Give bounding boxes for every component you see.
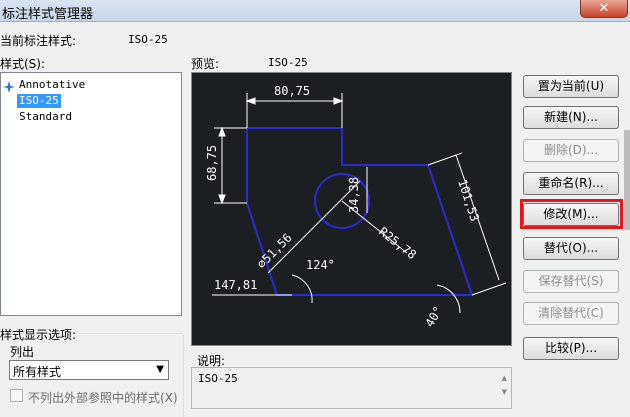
clear-override-button[interactable]: 清除替代(C): [523, 302, 619, 325]
set-current-button[interactable]: 置为当前(U): [523, 75, 619, 98]
style-item-label: ISO-25: [17, 94, 61, 108]
override-button[interactable]: 替代(O)...: [523, 237, 619, 260]
list-item-iso-25[interactable]: ISO-25: [1, 94, 181, 108]
preview-drawing: 80,75 68,75 101,53 ⌀51,56 34,38 R25,78 1…: [205, 84, 507, 330]
chevron-down-icon: ▼: [156, 364, 164, 375]
annotative-icon: [3, 81, 15, 93]
description-scrollbar[interactable]: ▲ ▼: [502, 371, 507, 399]
list-item-standard[interactable]: Standard: [1, 110, 181, 124]
current-style-value: ISO-25: [128, 33, 168, 46]
list-filter-value: 所有样式: [13, 365, 62, 379]
compare-button[interactable]: 比较(P)...: [523, 337, 619, 360]
close-button[interactable]: ✕: [580, 0, 628, 18]
preview-canvas: 80,75 68,75 101,53 ⌀51,56 34,38 R25,78 1…: [191, 72, 512, 346]
description-value: ISO-25: [198, 372, 238, 385]
styles-list[interactable]: Annotative ISO-25 Standard: [0, 72, 182, 316]
dim-slanted: 101,53: [455, 178, 482, 224]
title-bar: 标注样式管理器 ✕: [0, 0, 630, 22]
current-style-label: 当前标注样式:: [0, 34, 77, 48]
list-label: 列出: [10, 345, 35, 359]
window-edge-scrollbar[interactable]: [624, 130, 630, 230]
style-item-label: Annotative: [19, 78, 86, 91]
list-item-annotative[interactable]: Annotative: [1, 78, 181, 93]
dim-radius: R25,78: [376, 224, 419, 262]
exclude-xref-checkbox[interactable]: [10, 389, 23, 402]
new-button[interactable]: 新建(N)...: [523, 106, 619, 129]
dim-inner: 34,38: [347, 177, 361, 213]
window-title: 标注样式管理器: [2, 7, 94, 22]
dim-top-width: 80,75: [274, 84, 310, 98]
dim-angle-1: 124°: [306, 258, 335, 272]
rename-button[interactable]: 重命名(R)...: [523, 172, 619, 195]
delete-button[interactable]: 删除(D)...: [523, 139, 619, 162]
exclude-xref-label: 不列出外部参照中的样式(X): [28, 391, 178, 405]
styles-label: 样式(S):: [0, 57, 46, 71]
style-item-label: Standard: [19, 110, 72, 123]
dim-left-height: 68,75: [205, 145, 219, 181]
close-icon: ✕: [598, 1, 610, 16]
display-options-label: 样式显示选项:: [0, 326, 80, 343]
description-box: ISO-25 ▲ ▼: [191, 367, 512, 409]
dim-bottom-left: 147,81: [214, 278, 257, 292]
preview-label: 预览:: [191, 57, 220, 71]
list-filter-dropdown[interactable]: 所有样式 ▼: [9, 360, 169, 380]
modify-highlight-box: [520, 199, 623, 229]
dim-angle-2: 40°: [422, 304, 445, 330]
save-override-button[interactable]: 保存替代(S): [523, 270, 619, 293]
dim-diameter: ⌀51,56: [254, 231, 295, 272]
preview-style-value: ISO-25: [268, 56, 308, 69]
